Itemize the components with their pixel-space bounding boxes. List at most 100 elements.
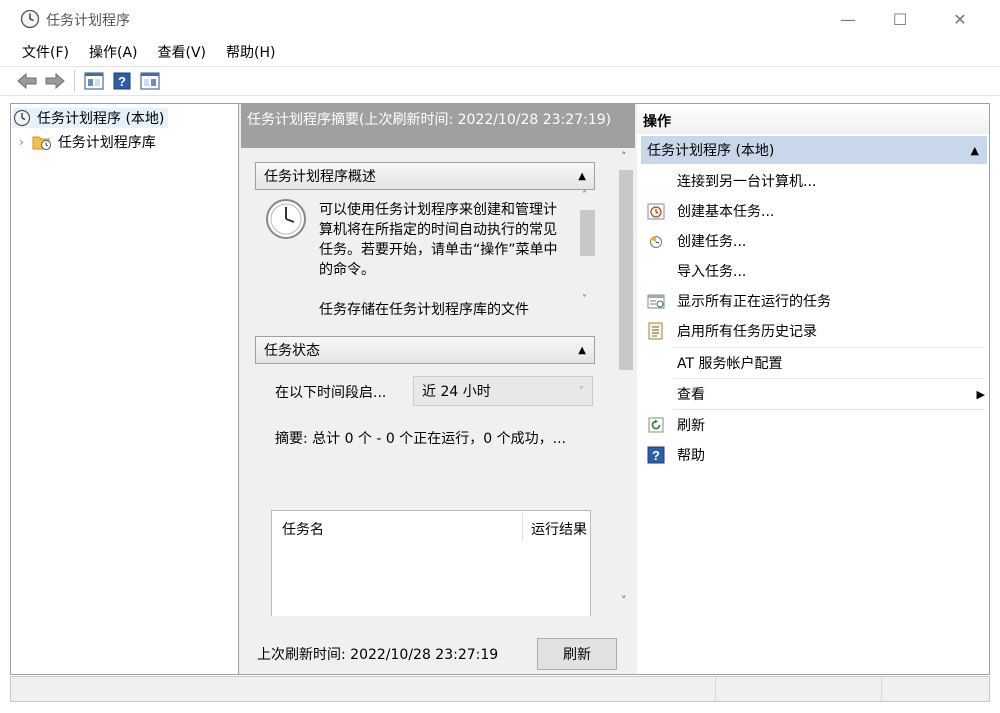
status-section-header[interactable]: 任务状态 ▲ <box>255 336 595 364</box>
forward-button[interactable] <box>44 70 66 92</box>
action-label: 创建任务... <box>677 234 747 250</box>
tree-item-task-scheduler-local[interactable]: 任务计划程序 (本地) <box>13 108 169 128</box>
action-import-task[interactable]: 导入任务... <box>641 256 987 286</box>
actions-header: 操作 <box>637 104 989 134</box>
collapse-arrow-icon[interactable]: ▲ <box>971 144 979 157</box>
status-summary: 摘要: 总计 0 个 - 0 个正在运行，0 个成功，... <box>275 431 566 447</box>
overview-body: 可以使用任务计划程序来创建和管理计算机将在所指定的时间自动执行的常见任务。若要开… <box>255 190 595 322</box>
collapse-arrow-icon[interactable]: ▲ <box>578 171 586 182</box>
toolbar: ? <box>0 66 1000 96</box>
history-icon <box>648 322 663 340</box>
refresh-button[interactable]: 刷新 <box>537 638 617 670</box>
scroll-down-icon[interactable]: ˅ <box>582 294 587 305</box>
scroll-up-icon[interactable]: ˄ <box>582 190 587 201</box>
console-tree: 任务计划程序 (本地) › 任务计划程序库 <box>11 104 239 674</box>
back-button[interactable] <box>16 70 38 92</box>
summary-scroll-thumb[interactable] <box>619 170 633 370</box>
basic-task-icon <box>647 203 665 220</box>
chevron-right-icon[interactable]: › <box>19 135 24 149</box>
status-cell <box>715 677 881 701</box>
chevron-down-icon: ˅ <box>579 385 584 397</box>
menu-action[interactable]: 操作(A) <box>89 42 138 62</box>
actions-group-task-scheduler-local[interactable]: 任务计划程序 (本地) ▲ <box>641 136 987 164</box>
console-tree-icon <box>84 72 104 90</box>
title-bar: 任务计划程序 — ☐ ✕ <box>0 0 1000 38</box>
running-tasks-icon <box>647 294 665 309</box>
refresh-icon <box>648 417 664 433</box>
action-display-running-tasks[interactable]: 显示所有正在运行的任务 <box>641 286 987 316</box>
help-toolbar-button[interactable]: ? <box>111 70 133 92</box>
clock-icon <box>13 109 31 127</box>
action-create-basic-task[interactable]: 创建基本任务... <box>641 196 987 226</box>
tree-item-task-library[interactable]: › 任务计划程序库 <box>19 132 156 152</box>
action-label: 查看 <box>677 387 705 403</box>
action-label: 刷新 <box>677 418 705 434</box>
menu-help[interactable]: 帮助(H) <box>226 42 275 62</box>
menu-file[interactable]: 文件(F) <box>22 42 69 62</box>
actions-group-label: 任务计划程序 (本地) <box>647 143 775 159</box>
help-icon: ? <box>113 72 131 90</box>
status-cell <box>881 677 989 701</box>
menu-bar: 文件(F) 操作(A) 查看(V) 帮助(H) <box>0 38 1000 66</box>
action-label: 显示所有正在运行的任务 <box>677 294 831 310</box>
summary-footer: 上次刷新时间: 2022/10/28 23:27:19 刷新 <box>241 616 635 674</box>
overview-scroll-thumb[interactable] <box>580 210 595 256</box>
action-label: 帮助 <box>677 448 705 464</box>
overview-paragraph: 可以使用任务计划程序来创建和管理计算机将在所指定的时间自动执行的常见任务。若要开… <box>319 202 558 278</box>
column-header-run-result[interactable]: 运行结果 <box>531 519 587 539</box>
show-hide-console-tree-button[interactable] <box>83 70 105 92</box>
close-button[interactable]: ✕ <box>934 0 986 38</box>
period-value: 近 24 小时 <box>422 384 491 400</box>
column-header-task-name[interactable]: 任务名 <box>282 519 324 539</box>
action-label: AT 服务帐户配置 <box>677 356 783 372</box>
period-select[interactable]: 近 24 小时 ˅ <box>413 376 593 406</box>
action-label: 导入任务... <box>677 264 747 280</box>
scroll-up-icon[interactable]: ˄ <box>621 150 627 163</box>
show-hide-action-pane-button[interactable] <box>139 70 161 92</box>
folder-clock-icon <box>32 136 51 150</box>
back-arrow-icon <box>17 73 37 89</box>
svg-text:?: ? <box>118 74 126 89</box>
action-create-task[interactable]: 创建任务... <box>641 226 987 256</box>
period-label: 在以下时间段启... <box>275 385 387 401</box>
tree-child-label: 任务计划程序库 <box>57 135 156 151</box>
summary-pane: 任务计划程序摘要(上次刷新时间: 2022/10/28 23:27:19) 任务… <box>241 104 635 674</box>
submenu-arrow-icon: ▶ <box>976 387 985 401</box>
menu-view[interactable]: 查看(V) <box>158 42 207 62</box>
overview-section-header[interactable]: 任务计划程序概述 ▲ <box>255 162 595 190</box>
toolbar-separator <box>74 70 75 92</box>
column-divider[interactable] <box>522 513 523 541</box>
collapse-arrow-icon[interactable]: ▲ <box>578 345 586 356</box>
action-label: 启用所有任务历史记录 <box>677 324 817 340</box>
action-help[interactable]: ? 帮助 <box>641 440 987 470</box>
task-scheduler-window: 任务计划程序 — ☐ ✕ 文件(F) 操作(A) 查看(V) 帮助(H) ? 任… <box>0 0 1000 713</box>
action-refresh[interactable]: 刷新 <box>641 410 987 440</box>
action-view[interactable]: 查看 ▶ <box>641 379 987 409</box>
minimize-button[interactable]: — <box>822 0 874 38</box>
action-enable-task-history[interactable]: 启用所有任务历史记录 <box>641 316 987 346</box>
overview-scrollbar[interactable]: ˄ ˅ <box>577 190 595 312</box>
create-task-icon <box>650 235 662 248</box>
scroll-down-icon[interactable]: ˅ <box>621 594 627 607</box>
last-refresh-time: 上次刷新时间: 2022/10/28 23:27:19 <box>257 647 499 663</box>
tree-root-label: 任务计划程序 (本地) <box>37 111 165 127</box>
action-label: 创建基本任务... <box>677 204 775 220</box>
summary-scrollbar[interactable]: ˄ ˅ <box>617 148 635 616</box>
svg-text:?: ? <box>652 448 660 463</box>
large-clock-icon <box>266 199 306 239</box>
status-title: 任务状态 <box>264 343 320 359</box>
overview-paragraph-2: 任务存储在任务计划程序库的文件 <box>319 302 529 318</box>
task-table[interactable]: 任务名 运行结果 <box>271 510 591 616</box>
summary-header: 任务计划程序摘要(上次刷新时间: 2022/10/28 23:27:19) <box>241 104 635 148</box>
maximize-button[interactable]: ☐ <box>874 0 926 38</box>
clock-icon <box>20 9 40 29</box>
action-pane-icon <box>140 72 160 90</box>
action-label: 连接到另一台计算机... <box>677 174 817 190</box>
main-frame: 任务计划程序 (本地) › 任务计划程序库 任务计划程序摘要(上次刷新时间: 2… <box>10 103 990 675</box>
help-icon: ? <box>647 446 665 464</box>
overview-title: 任务计划程序概述 <box>264 169 376 185</box>
action-connect-computer[interactable]: 连接到另一台计算机... <box>641 166 987 196</box>
window-title: 任务计划程序 <box>46 13 130 29</box>
summary-content: 任务计划程序概述 ▲ 可以使用任务计划程序来创建和管理计算机将在所指定的时间自动… <box>241 148 617 616</box>
action-at-service-account[interactable]: AT 服务帐户配置 <box>641 348 987 378</box>
